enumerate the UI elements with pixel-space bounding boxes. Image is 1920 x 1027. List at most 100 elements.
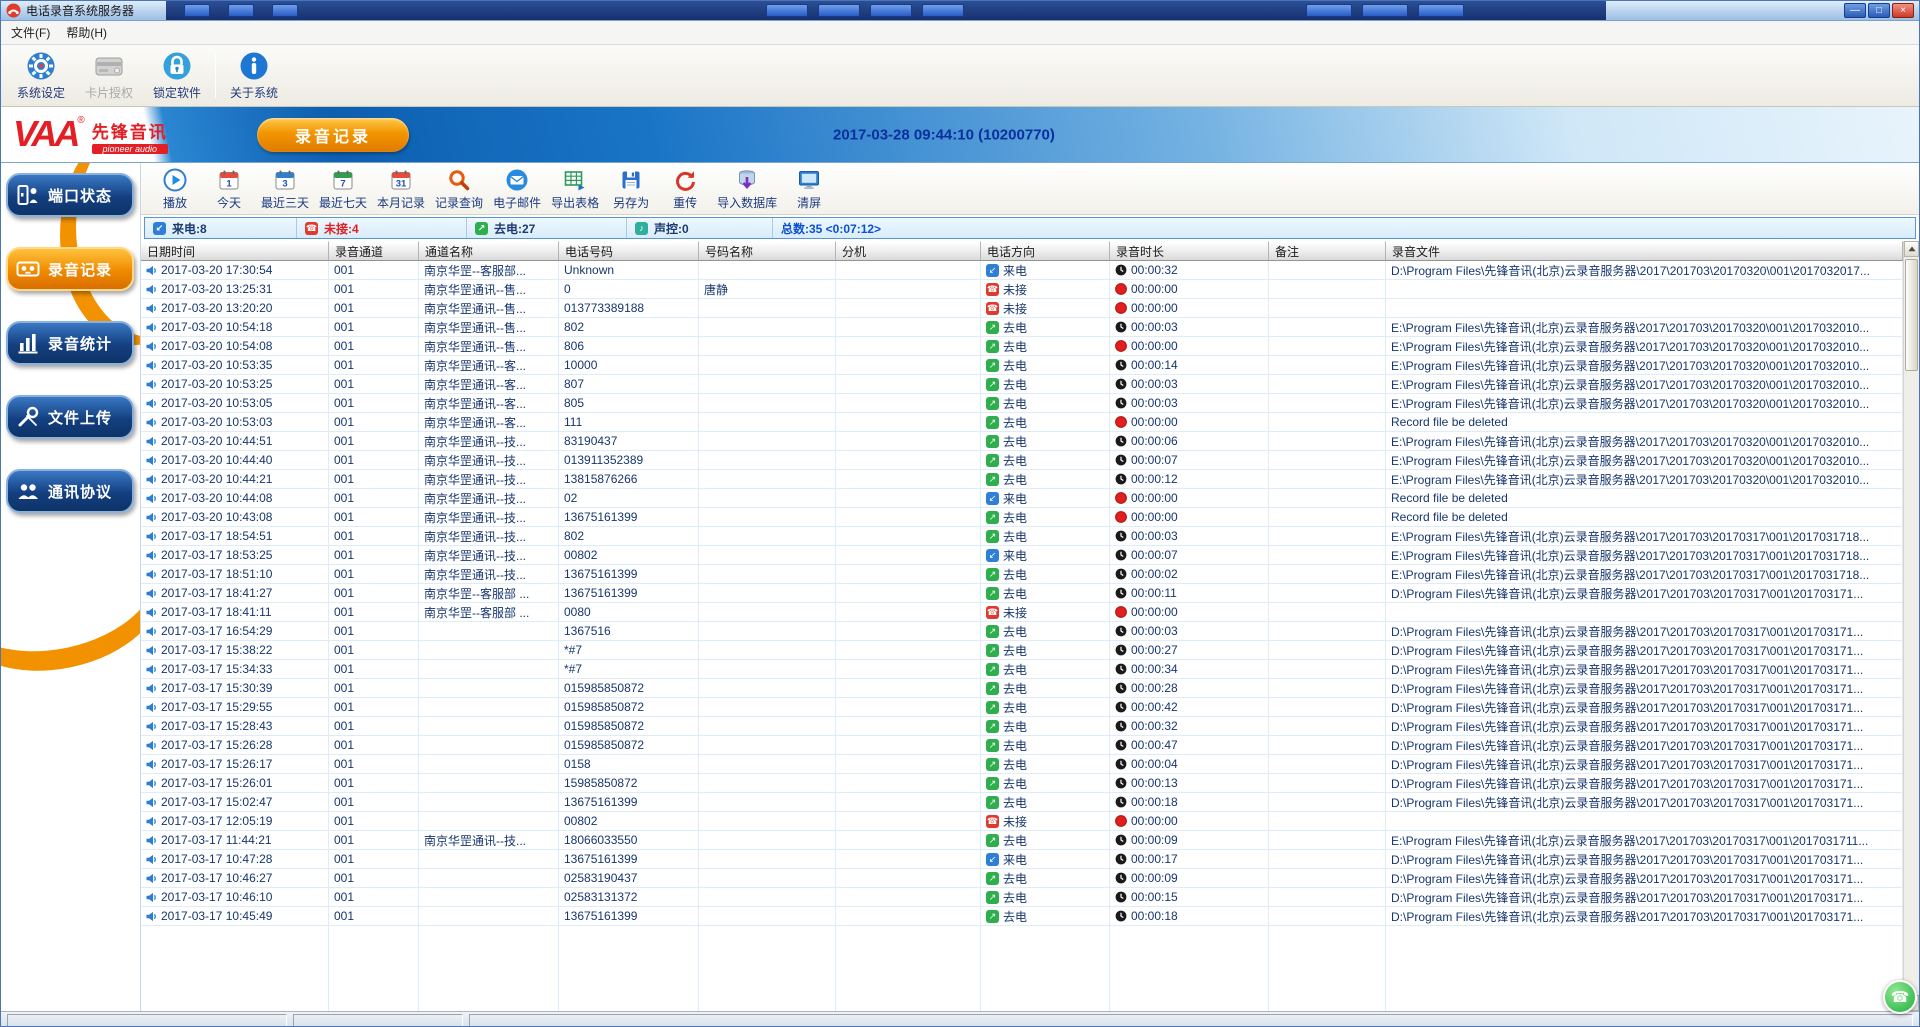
column-header[interactable]: 通道名称 bbox=[419, 241, 559, 261]
table-row[interactable]: 2017-03-20 10:53:25 001 南京华罡通讯--客... 807 ↗ 去电… bbox=[141, 375, 1903, 394]
lock-software-button[interactable]: 锁定软件 bbox=[147, 48, 207, 104]
record-query-button[interactable]: 记录查询 bbox=[431, 165, 487, 213]
table-row[interactable]: 2017-03-17 18:41:27 001 南京华罡--客服部 ... 13675… bbox=[141, 584, 1903, 603]
cell-note bbox=[1269, 261, 1386, 280]
retransmit-button[interactable]: 重传 bbox=[659, 165, 711, 213]
table-row[interactable]: 2017-03-20 10:54:18 001 南京华罡通讯--售... 802 ↗ 去电… bbox=[141, 318, 1903, 337]
speaker-icon bbox=[146, 835, 157, 846]
table-row[interactable]: 2017-03-17 15:26:17 001 0158 ↗ 去电 00:00:04 D:\… bbox=[141, 755, 1903, 774]
about-system-button[interactable]: 关于系统 bbox=[224, 48, 284, 104]
cell-phone-number: 13675161399 bbox=[559, 850, 699, 869]
table-row[interactable]: 2017-03-17 18:54:51 001 南京华罡通讯--技... 802 ↗ 去电… bbox=[141, 527, 1903, 546]
close-button[interactable]: × bbox=[1892, 3, 1914, 18]
cell-channel-name: 南京华罡通讯--售... bbox=[419, 337, 559, 356]
table-row[interactable]: 2017-03-20 10:53:05 001 南京华罡通讯--客... 805 ↗ 去电… bbox=[141, 394, 1903, 413]
clear-screen-button[interactable]: 清屏 bbox=[783, 165, 835, 213]
column-header[interactable]: 录音文件 bbox=[1386, 241, 1903, 261]
table-row[interactable]: 2017-03-17 10:46:27 001 02583190437 ↗ 去电 00:0… bbox=[141, 869, 1903, 888]
column-header[interactable]: 日期时间 bbox=[141, 241, 329, 261]
table-row[interactable]: 2017-03-17 15:26:28 001 015985850872 ↗ 去电 00:… bbox=[141, 736, 1903, 755]
stat-outgoing: ↗ 去电:27 bbox=[467, 218, 627, 238]
table-row[interactable]: 2017-03-20 13:20:20 001 南京华罡通讯--售... 013773… bbox=[141, 299, 1903, 318]
save-as-button[interactable]: 另存为 bbox=[605, 165, 657, 213]
table-row[interactable]: 2017-03-20 17:30:54 001 南京华罡--客服部... Unknow… bbox=[141, 261, 1903, 280]
sidebar-item-record-list[interactable]: 录音记录 bbox=[6, 247, 134, 291]
column-header[interactable]: 号码名称 bbox=[699, 241, 836, 261]
minimize-button[interactable]: — bbox=[1844, 3, 1866, 18]
scrollbar-track[interactable] bbox=[1904, 257, 1919, 995]
table-row[interactable]: 2017-03-17 15:28:43 001 015985850872 ↗ 去电 00:… bbox=[141, 717, 1903, 736]
table-row[interactable]: 2017-03-17 16:54:29 001 1367516 ↗ 去电 00:00:03… bbox=[141, 622, 1903, 641]
column-header[interactable]: 备注 bbox=[1269, 241, 1386, 261]
cell-channel: 001 bbox=[329, 679, 419, 698]
table-row[interactable]: 2017-03-17 10:45:49 001 13675161399 ↗ 去电 00:0… bbox=[141, 907, 1903, 926]
table-row[interactable]: 2017-03-17 18:53:25 001 南京华罡通讯--技... 00802 ↙… bbox=[141, 546, 1903, 565]
table-row[interactable]: 2017-03-17 10:47:28 001 13675161399 ↙ 来电 00:0… bbox=[141, 850, 1903, 869]
cell-direction: ↙ 来电 bbox=[981, 261, 1110, 280]
cell-channel: 001 bbox=[329, 508, 419, 527]
table-row[interactable]: 2017-03-17 15:02:47 001 13675161399 ↗ 去电 00:0… bbox=[141, 793, 1903, 812]
cell-record-file: E:\Program Files\先锋音讯(北京)云录音服务器\2017\201… bbox=[1386, 318, 1903, 337]
table-row[interactable]: 2017-03-20 10:53:35 001 南京华罡通讯--客... 10000 ↗… bbox=[141, 356, 1903, 375]
sidebar-item-protocol[interactable]: 通讯协议 bbox=[6, 469, 134, 513]
card-authorization-button[interactable]: 卡片授权 bbox=[79, 48, 139, 104]
table-row[interactable]: 2017-03-20 10:44:21 001 南京华罡通讯--技... 138158… bbox=[141, 470, 1903, 489]
cell-datetime: 2017-03-20 10:43:08 bbox=[141, 508, 329, 527]
column-header[interactable]: 电话号码 bbox=[559, 241, 699, 261]
table-row[interactable]: 2017-03-17 18:41:11 001 南京华罡--客服部 ... 0080 ☎… bbox=[141, 603, 1903, 622]
tab-recording-records[interactable]: 录音记录 bbox=[257, 118, 409, 152]
speaker-icon bbox=[146, 664, 157, 675]
maximize-button[interactable]: □ bbox=[1868, 3, 1890, 18]
export-table-button[interactable]: 导出表格 bbox=[547, 165, 603, 213]
cell-datetime: 2017-03-20 10:44:21 bbox=[141, 470, 329, 489]
scroll-up-arrow-icon[interactable] bbox=[1904, 241, 1919, 257]
sidebar-item-port-status[interactable]: 端口状态 bbox=[6, 173, 134, 217]
sidebar-item-record-statistics[interactable]: 录音统计 bbox=[6, 321, 134, 365]
cell-record-file: D:\Program Files\先锋音讯(北京)云录音服务器\2017\201… bbox=[1386, 679, 1903, 698]
table-row[interactable]: 2017-03-17 15:26:01 001 15985850872 ↗ 去电 00:0… bbox=[141, 774, 1903, 793]
table-row[interactable]: 2017-03-17 15:38:22 001 *#7 ↗ 去电 00:00:27 D:\P… bbox=[141, 641, 1903, 660]
table-row[interactable]: 2017-03-20 10:43:08 001 南京华罡通讯--技... 136751… bbox=[141, 508, 1903, 527]
import-database-button[interactable]: 导入数据库 bbox=[713, 165, 781, 213]
dir-out-icon: ↗ bbox=[986, 795, 999, 809]
table-row[interactable]: 2017-03-20 10:44:08 001 南京华罡通讯--技... 02 ↙ 来电 0… bbox=[141, 489, 1903, 508]
table-row[interactable]: 2017-03-17 10:46:10 001 02583131372 ↗ 去电 00:0… bbox=[141, 888, 1903, 907]
table-row[interactable]: 2017-03-17 15:34:33 001 *#7 ↗ 去电 00:00:34 D:\P… bbox=[141, 660, 1903, 679]
month-records-button[interactable]: 31 本月记录 bbox=[373, 165, 429, 213]
last-7-days-button[interactable]: 7 最近七天 bbox=[315, 165, 371, 213]
column-header[interactable]: 电话方向 bbox=[981, 241, 1110, 261]
system-settings-button[interactable]: 系统设定 bbox=[11, 48, 71, 104]
table-row[interactable]: 2017-03-17 15:30:39 001 015985850872 ↗ 去电 00:… bbox=[141, 679, 1903, 698]
email-button[interactable]: 电子邮件 bbox=[489, 165, 545, 213]
notification-icon[interactable]: ☎ bbox=[1883, 980, 1917, 1014]
table-row[interactable]: 2017-03-17 18:51:10 001 南京华罡通讯--技... 136751… bbox=[141, 565, 1903, 584]
play-button[interactable]: 播放 bbox=[149, 165, 201, 213]
table-row[interactable]: 2017-03-17 15:29:55 001 015985850872 ↗ 去电 00:… bbox=[141, 698, 1903, 717]
column-header[interactable]: 录音通道 bbox=[329, 241, 419, 261]
table-row[interactable]: 2017-03-20 10:53:03 001 南京华罡通讯--客... 111 ↗ 去电… bbox=[141, 413, 1903, 432]
stat-incoming: ↙ 来电:8 bbox=[145, 218, 297, 238]
cell-channel-name bbox=[419, 850, 559, 869]
table-row[interactable]: 2017-03-20 10:44:40 001 南京华罡通讯--技... 013911… bbox=[141, 451, 1903, 470]
vertical-scrollbar[interactable] bbox=[1903, 241, 1919, 1011]
sidebar-item-file-upload[interactable]: 文件上传 bbox=[6, 395, 134, 439]
column-header[interactable]: 录音时长 bbox=[1110, 241, 1269, 261]
dir-out-icon: ↗ bbox=[986, 529, 999, 543]
cell-channel-name bbox=[419, 641, 559, 660]
table-row[interactable]: 2017-03-17 12:05:19 001 00802 ☎ 未接 00:00:00 bbox=[141, 812, 1903, 831]
scrollbar-thumb[interactable] bbox=[1905, 259, 1918, 371]
cell-extension bbox=[836, 774, 981, 793]
clock-icon bbox=[1115, 359, 1127, 371]
table-row[interactable]: 2017-03-17 11:44:21 001 南京华罡通讯--技... 180660… bbox=[141, 831, 1903, 850]
table-row[interactable]: 2017-03-20 10:54:08 001 南京华罡通讯--售... 806 ↗ 去电… bbox=[141, 337, 1903, 356]
last-3-days-button[interactable]: 3 最近三天 bbox=[257, 165, 313, 213]
menu-help[interactable]: 帮助(H) bbox=[66, 24, 107, 41]
cell-record-file: E:\Program Files\先锋音讯(北京)云录音服务器\2017\201… bbox=[1386, 565, 1903, 584]
menu-file[interactable]: 文件(F) bbox=[11, 24, 50, 41]
table-row[interactable]: 2017-03-20 10:44:51 001 南京华罡通讯--技... 831904… bbox=[141, 432, 1903, 451]
today-button[interactable]: 1 今天 bbox=[203, 165, 255, 213]
cell-phone-number: *#7 bbox=[559, 660, 699, 679]
column-header[interactable]: 分机 bbox=[836, 241, 981, 261]
cell-note bbox=[1269, 869, 1386, 888]
table-row[interactable]: 2017-03-20 13:25:31 001 南京华罡通讯--售... 0 唐静 ☎ 未接… bbox=[141, 280, 1903, 299]
